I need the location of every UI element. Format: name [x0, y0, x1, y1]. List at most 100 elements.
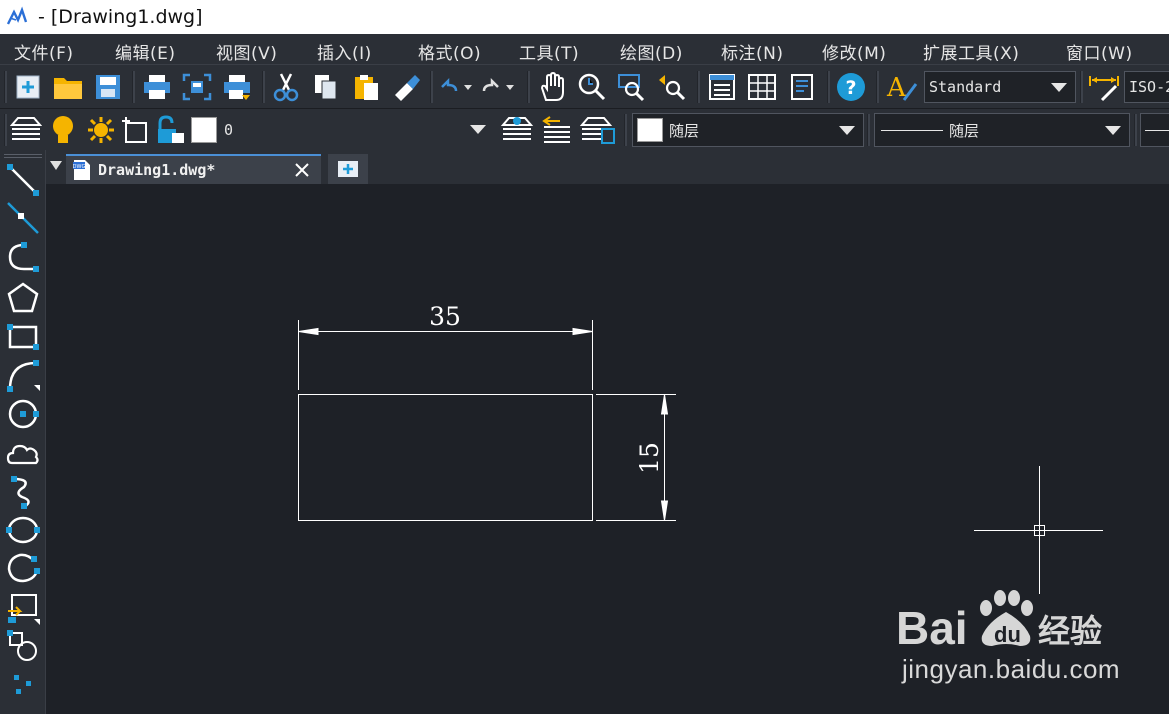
- lineweight-control-combo[interactable]: [1140, 113, 1169, 147]
- toolbar-separator: [430, 71, 433, 103]
- toolbar-grip: [4, 154, 42, 158]
- menu-item-2[interactable]: 视图(V): [216, 39, 277, 64]
- spline-tool-icon[interactable]: [4, 474, 42, 510]
- rectangle-tool-icon[interactable]: [4, 318, 42, 354]
- dimension-text-35: 35: [429, 302, 461, 331]
- toolbar-separator: [262, 71, 265, 103]
- toolbar-separator: [867, 114, 870, 146]
- new-tab-button[interactable]: [328, 154, 368, 184]
- plot-icon[interactable]: [221, 71, 253, 103]
- design-center-icon[interactable]: [746, 71, 778, 103]
- plus-icon: [338, 161, 358, 177]
- layer-states-icon[interactable]: [580, 114, 616, 146]
- dimension-style-icon[interactable]: [1088, 71, 1120, 103]
- undo-button[interactable]: [438, 71, 478, 103]
- ellipse-tool-icon[interactable]: [4, 512, 42, 548]
- dwg-file-icon: DWG: [72, 159, 92, 181]
- tab-drawing1[interactable]: DWG Drawing1.dwg*: [66, 154, 321, 184]
- menu-item-3[interactable]: 插入(I): [317, 39, 372, 64]
- text-style-combo[interactable]: Standard: [924, 71, 1076, 103]
- layer-viewport-freeze-icon[interactable]: [120, 114, 150, 146]
- zoom-realtime-icon[interactable]: [576, 71, 608, 103]
- close-icon[interactable]: [293, 161, 311, 179]
- toolbar-separator: [1134, 114, 1137, 146]
- chevron-down-icon: [1051, 83, 1067, 92]
- document-tab-strip: DWG Drawing1.dwg*: [46, 150, 1169, 184]
- menu-item-9[interactable]: 扩展工具(X): [923, 39, 1019, 64]
- layer-on-bulb-icon[interactable]: [50, 114, 76, 146]
- chevron-down-icon: [1105, 126, 1121, 135]
- toolbar-grip: [4, 114, 7, 146]
- menu-item-4[interactable]: 格式(O): [418, 39, 481, 64]
- layer-thaw-sun-icon[interactable]: [86, 114, 116, 146]
- revision-cloud-icon[interactable]: [4, 436, 42, 472]
- match-properties-icon[interactable]: [390, 71, 422, 103]
- point-tool-icon[interactable]: [4, 666, 42, 702]
- layer-manager-icon[interactable]: [10, 114, 42, 146]
- copy-icon[interactable]: [310, 71, 342, 103]
- text-style-icon[interactable]: A: [886, 71, 918, 103]
- menu-item-6[interactable]: 绘图(D): [620, 39, 683, 64]
- tool-palettes-icon[interactable]: [786, 71, 818, 103]
- arc-tool-icon[interactable]: [4, 358, 42, 394]
- layer-previous-icon[interactable]: [540, 114, 574, 146]
- color-swatch: [637, 118, 663, 142]
- watermark-url: jingyan.baidu.com: [902, 654, 1121, 684]
- new-file-icon[interactable]: [12, 71, 44, 103]
- properties-palette-icon[interactable]: [706, 71, 738, 103]
- construction-line-icon[interactable]: [4, 200, 42, 236]
- lineweight-preview: [1145, 129, 1169, 131]
- menu-item-0[interactable]: 文件(F): [14, 39, 74, 64]
- dimension-text-15: 15: [635, 442, 664, 474]
- circle-tool-icon[interactable]: [4, 396, 42, 432]
- chevron-down-icon: [470, 125, 486, 134]
- linetype-value: 随层: [949, 121, 980, 140]
- color-value: 随层: [669, 121, 700, 140]
- pan-hand-icon[interactable]: [536, 71, 568, 103]
- insert-block-icon[interactable]: [4, 590, 42, 626]
- polyline-tool-icon[interactable]: [4, 240, 42, 276]
- redo-button[interactable]: [480, 71, 520, 103]
- menu-item-10[interactable]: 窗口(W): [1066, 39, 1133, 64]
- dimension-style-value: ISO-2: [1129, 78, 1169, 96]
- layer-dropdown[interactable]: 0: [224, 119, 494, 141]
- layer-unlock-icon[interactable]: [154, 114, 186, 146]
- line-tool-icon[interactable]: [4, 162, 42, 198]
- open-folder-icon[interactable]: [52, 71, 84, 103]
- toolbar-separator: [132, 71, 135, 103]
- tab-list-dropdown-icon[interactable]: [50, 161, 62, 170]
- make-block-icon[interactable]: [4, 628, 42, 664]
- rectangle-entity[interactable]: [298, 394, 593, 521]
- draw-toolbar: [0, 150, 46, 714]
- paste-icon[interactable]: [350, 71, 382, 103]
- save-icon[interactable]: [92, 71, 124, 103]
- menu-item-8[interactable]: 修改(M): [822, 39, 886, 64]
- help-icon[interactable]: ?: [835, 71, 867, 103]
- ellipse-arc-tool-icon[interactable]: [4, 550, 42, 586]
- standard-toolbar: ? A Standard ISO-2: [0, 64, 1169, 108]
- polygon-tool-icon[interactable]: [4, 280, 42, 316]
- toolbar-separator: [1080, 71, 1083, 103]
- print-preview-icon[interactable]: [181, 71, 213, 103]
- dimension-style-combo[interactable]: ISO-2: [1124, 71, 1169, 103]
- toolbar-separator: [527, 71, 530, 103]
- zoom-previous-icon[interactable]: [656, 71, 688, 103]
- menu-item-7[interactable]: 标注(N): [721, 39, 783, 64]
- layers-toolbar: 0 随层 随层: [0, 108, 1169, 150]
- zoom-window-icon[interactable]: [616, 71, 648, 103]
- svg-text:du: du: [994, 622, 1021, 647]
- layer-color-swatch[interactable]: [188, 114, 220, 146]
- svg-text:?: ?: [845, 77, 856, 99]
- make-object-layer-current-icon[interactable]: [500, 114, 534, 146]
- baidu-logo-image: Bai 经验 du: [896, 590, 1102, 654]
- menu-item-5[interactable]: 工具(T): [519, 39, 579, 64]
- color-control-combo[interactable]: 随层: [632, 113, 864, 147]
- tab-title: Drawing1.dwg*: [98, 161, 216, 179]
- svg-text:经验: 经验: [1038, 612, 1102, 650]
- linetype-control-combo[interactable]: 随层: [874, 113, 1130, 147]
- print-icon[interactable]: [141, 71, 173, 103]
- toolbar-separator: [697, 71, 700, 103]
- cut-icon[interactable]: [270, 71, 302, 103]
- layer-name-value: 0: [224, 121, 234, 139]
- menu-item-1[interactable]: 编辑(E): [115, 39, 176, 64]
